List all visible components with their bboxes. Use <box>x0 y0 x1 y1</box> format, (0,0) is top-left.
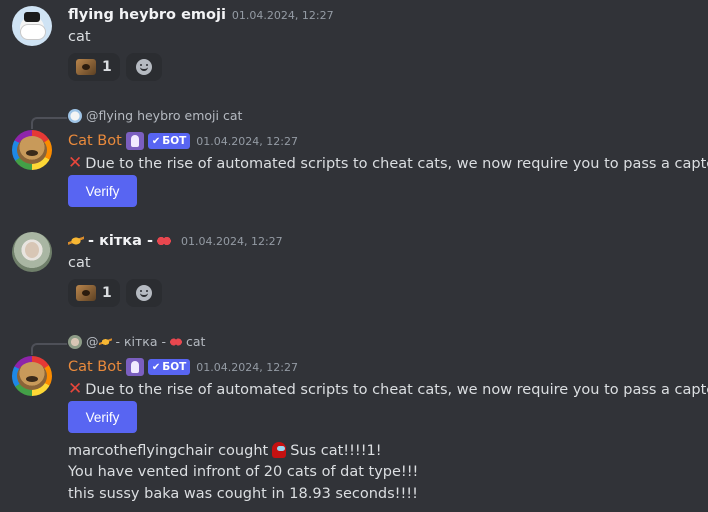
timestamp: 01.04.2024, 12:27 <box>196 360 298 374</box>
message-text: cat <box>68 255 91 271</box>
reply-avatar <box>68 334 82 349</box>
reply-mention-name: - кітка - <box>115 334 166 349</box>
reply-preview[interactable]: @ - кітка - cat <box>68 334 205 349</box>
cat-emoji-icon <box>76 59 96 75</box>
ribbon-icon <box>156 235 171 247</box>
message-text: ✕ Due to the rise of automated scripts to… <box>68 153 708 173</box>
message-header: Cat Bot ✔ БОТ 01.04.2024, 12:27 <box>68 358 298 376</box>
checkmark-icon: ✔ <box>151 135 161 147</box>
amogus-icon <box>272 442 287 458</box>
reply-connector <box>31 117 67 129</box>
timestamp: 01.04.2024, 12:27 <box>196 134 298 148</box>
reaction-cat[interactable]: 1 <box>68 279 120 307</box>
message-text: cat <box>68 29 91 45</box>
reply-text: cat <box>222 108 243 123</box>
checkmark-icon: ✔ <box>151 361 161 373</box>
verify-button[interactable]: Verify <box>68 175 137 207</box>
reactions-bar: 1 <box>68 279 162 307</box>
role-icon <box>125 132 144 150</box>
smile-icon <box>135 285 152 301</box>
reply-connector <box>31 343 67 355</box>
message-header: - кітка - 01.04.2024, 12:27 <box>68 233 283 249</box>
ringed-planet-icon <box>68 235 84 247</box>
reply-mention: @flying heybro emoji <box>86 108 219 123</box>
username[interactable]: Cat Bot <box>68 133 122 149</box>
reply-text: cat <box>185 334 206 349</box>
reactions-bar: 1 <box>68 53 162 81</box>
smile-icon <box>135 59 152 75</box>
reaction-count: 1 <box>102 59 112 75</box>
reply-preview[interactable]: @flying heybro emoji cat <box>68 108 242 123</box>
result-line-1: marcotheflyingchair cought Sus cat!!!!1! <box>68 442 382 459</box>
timestamp: 01.04.2024, 12:27 <box>231 8 334 22</box>
ribbon-icon <box>169 336 182 347</box>
reaction-count: 1 <box>102 285 112 301</box>
bot-avatar[interactable] <box>12 356 52 396</box>
timestamp: 01.04.2024, 12:27 <box>180 234 283 248</box>
message-header: flying heybro emoji 01.04.2024, 12:27 <box>68 7 334 23</box>
username[interactable]: Cat Bot <box>68 359 122 375</box>
cross-mark-icon: ✕ <box>68 379 83 399</box>
user-avatar[interactable] <box>12 232 52 272</box>
bot-badge: ✔ БОТ <box>147 359 191 375</box>
bot-badge: ✔ БОТ <box>147 133 191 149</box>
message-text: ✕ Due to the rise of automated scripts to… <box>68 379 708 399</box>
cross-mark-icon: ✕ <box>68 153 83 173</box>
reply-mention: @ <box>86 334 99 349</box>
add-reaction-button[interactable] <box>125 53 162 81</box>
result-line-2: You have vented infront of 20 cats of da… <box>68 464 419 480</box>
username[interactable]: flying heybro emoji <box>68 7 226 23</box>
ringed-planet-icon <box>98 336 112 347</box>
result-line-3: this sussy baka was cought in 18.93 seco… <box>68 486 418 502</box>
verify-button[interactable]: Verify <box>68 401 137 433</box>
add-reaction-button[interactable] <box>125 279 162 307</box>
reply-avatar <box>68 108 82 123</box>
reaction-cat[interactable]: 1 <box>68 53 120 81</box>
user-avatar[interactable] <box>12 6 52 46</box>
message-header: Cat Bot ✔ БОТ 01.04.2024, 12:27 <box>68 132 298 150</box>
bot-avatar[interactable] <box>12 130 52 170</box>
username[interactable]: - кітка - <box>88 233 153 249</box>
cat-emoji-icon <box>76 285 96 301</box>
role-icon <box>125 358 144 376</box>
